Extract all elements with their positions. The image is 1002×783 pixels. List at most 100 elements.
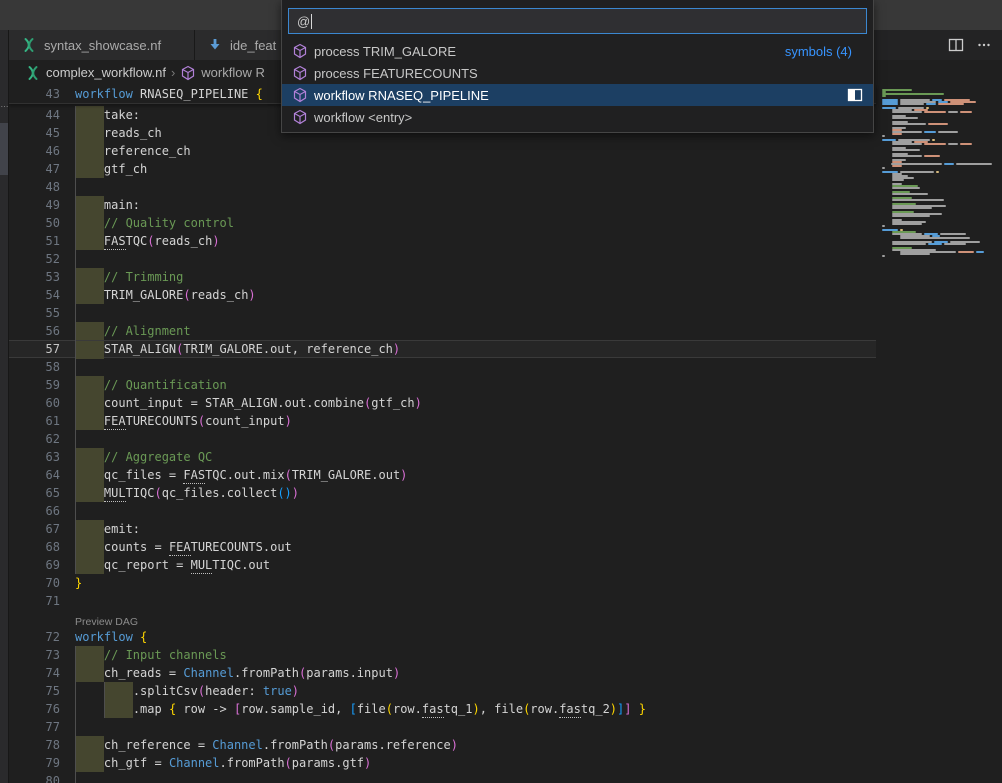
code-line[interactable]: 58 — [9, 358, 876, 376]
symbol-namespace-icon — [292, 43, 308, 59]
code-line[interactable]: 76.map { row -> [row.sample_id, [file(ro… — [9, 700, 876, 718]
code-line[interactable]: 77 — [9, 718, 876, 736]
code-token: ( — [285, 756, 292, 770]
code-line[interactable]: 61FEATURECOUNTS(count_input) — [9, 412, 876, 430]
split-editor-icon[interactable] — [948, 37, 964, 53]
more-actions-icon[interactable] — [976, 37, 992, 53]
code-line[interactable]: 47gtf_ch — [9, 160, 876, 178]
code-token: MUL — [104, 486, 126, 502]
code-token: ( — [147, 234, 154, 248]
indent-highlight — [75, 160, 104, 178]
code-line[interactable]: 66 — [9, 502, 876, 520]
code-line[interactable]: 69qc_report = MULTIQC.out — [9, 556, 876, 574]
code-line[interactable]: 51FASTQC(reads_ch) — [9, 232, 876, 250]
code-line[interactable]: 70} — [9, 574, 876, 592]
code-line[interactable]: 64qc_files = FASTQC.out.mix(TRIM_GALORE.… — [9, 466, 876, 484]
code-line[interactable]: 53// Trimming — [9, 268, 876, 286]
quick-pick-item[interactable]: process TRIM_GALOREsymbols (4) — [282, 40, 873, 62]
minimap[interactable] — [876, 85, 992, 783]
line-number: 69 — [9, 556, 60, 574]
line-number: 77 — [9, 718, 60, 736]
code-token: tq_2 — [581, 702, 610, 716]
code-token: ch_reads = — [104, 666, 183, 680]
indent-highlight — [75, 394, 104, 412]
code-token: .fromPath — [220, 756, 285, 770]
code-line[interactable]: 65MULTIQC(qc_files.collect()) — [9, 484, 876, 502]
code-line[interactable]: Preview DAG — [9, 610, 876, 628]
code-line[interactable]: 60count_input = STAR_ALIGN.out.combine(g… — [9, 394, 876, 412]
code-line[interactable]: 50// Quality control — [9, 214, 876, 232]
code-token — [632, 702, 639, 716]
code-line[interactable]: 78ch_reference = Channel.fromPath(params… — [9, 736, 876, 754]
line-number: 50 — [9, 214, 60, 232]
code-editor[interactable]: 43workflow RNASEQ_PIPELINE { 44take:45re… — [9, 85, 992, 783]
indent-highlight — [75, 736, 104, 754]
code-token: ( — [198, 414, 205, 428]
symbols-count-link[interactable]: symbols (4) — [785, 44, 852, 59]
quick-pick-item[interactable]: workflow <entry> — [282, 106, 873, 128]
quick-pick-list: process TRIM_GALOREsymbols (4) process F… — [282, 38, 873, 132]
code-token: ) — [610, 702, 617, 716]
quick-pick-item[interactable]: workflow RNASEQ_PIPELINE — [282, 84, 873, 106]
code-token: FEA — [169, 540, 191, 556]
code-token: ( — [183, 288, 190, 302]
code-token: qc_report = — [104, 558, 191, 572]
minimap-line — [882, 255, 992, 257]
code-line[interactable]: 57STAR_ALIGN(TRIM_GALORE.out, reference_… — [9, 340, 876, 358]
code-line[interactable]: 73// Input channels — [9, 646, 876, 664]
code-token: row.sample_id, — [241, 702, 349, 716]
line-number: 59 — [9, 376, 60, 394]
tab-syntax-showcase[interactable]: syntax_showcase.nf — [9, 30, 195, 60]
indent-highlight — [75, 466, 104, 484]
code-line[interactable]: 63// Aggregate QC — [9, 448, 876, 466]
code-token: // Aggregate QC — [104, 450, 212, 464]
breadcrumb-symbol[interactable]: workflow R — [201, 65, 265, 80]
code-line[interactable]: 75.splitCsv(header: true) — [9, 682, 876, 700]
code-token: () — [277, 486, 291, 500]
code-line[interactable]: 67emit: — [9, 520, 876, 538]
indent-highlight — [75, 286, 104, 304]
code-line[interactable]: 48 — [9, 178, 876, 196]
indent-highlight — [104, 700, 133, 718]
code-token: main: — [104, 198, 140, 212]
code-line[interactable]: 71 — [9, 592, 876, 610]
code-line[interactable]: 72workflow { — [9, 628, 876, 646]
code-token: TIQC — [126, 486, 155, 500]
symbol-namespace-icon — [180, 65, 196, 81]
code-token: ) — [292, 486, 299, 500]
code-line[interactable]: 52 — [9, 250, 876, 268]
code-token: tq_1 — [444, 702, 473, 716]
left-editor-sliver: ⋯ — [0, 30, 9, 783]
code-token: .map — [133, 702, 169, 716]
indent-highlight — [75, 664, 104, 682]
split-editor-icon[interactable] — [847, 87, 863, 103]
code-line[interactable]: 62 — [9, 430, 876, 448]
quick-pick-item[interactable]: process FEATURECOUNTS — [282, 62, 873, 84]
tab-ide-feat[interactable]: ide_feat — [195, 30, 282, 60]
code-line[interactable]: 68counts = FEATURECOUNTS.out — [9, 538, 876, 556]
code-line[interactable]: 55 — [9, 304, 876, 322]
quick-pick-panel: @ process TRIM_GALOREsymbols (4) process… — [281, 0, 874, 133]
line-number: 48 — [9, 178, 60, 196]
code-token: .splitCsv — [133, 684, 198, 698]
code-token: , file — [480, 702, 523, 716]
sliver-scrollbar-thumb[interactable] — [0, 123, 8, 175]
breadcrumb-file[interactable]: complex_workflow.nf — [46, 65, 166, 80]
code-line[interactable]: 56// Alignment — [9, 322, 876, 340]
line-number: 53 — [9, 268, 60, 286]
code-line[interactable]: 54TRIM_GALORE(reads_ch) — [9, 286, 876, 304]
code-token: qc_files.collect — [162, 486, 278, 500]
code-line[interactable]: 80 — [9, 772, 876, 783]
code-token: TRIM_GALORE.out — [292, 468, 400, 482]
line-number: 52 — [9, 250, 60, 268]
code-line[interactable]: 59// Quantification — [9, 376, 876, 394]
code-line[interactable]: 46reference_ch — [9, 142, 876, 160]
line-number: 61 — [9, 412, 60, 430]
code-token: FEA — [104, 414, 126, 430]
code-line[interactable]: 74ch_reads = Channel.fromPath(params.inp… — [9, 664, 876, 682]
quick-pick-input[interactable]: @ — [288, 8, 867, 34]
code-line[interactable]: 79ch_gtf = Channel.fromPath(params.gtf) — [9, 754, 876, 772]
code-token: // Alignment — [104, 324, 191, 338]
code-line[interactable]: 49main: — [9, 196, 876, 214]
code-token: Channel — [212, 738, 263, 752]
